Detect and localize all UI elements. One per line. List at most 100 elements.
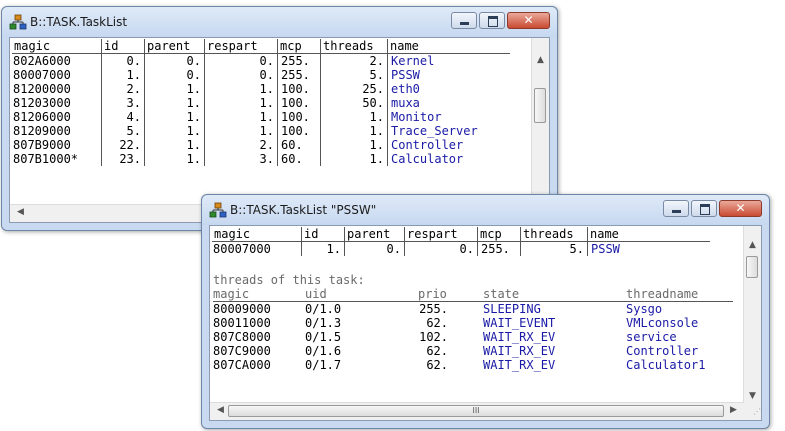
cell-threads: 2. (320, 53, 388, 68)
col-id-header[interactable]: id (101, 39, 145, 54)
table-row[interactable]: 80007000 1. 0. 0. 255. 5. PSSW (12, 68, 510, 82)
thread-state: WAIT_RX_EV (483, 358, 556, 372)
cell-magic: 80007000 (213, 242, 271, 256)
scroll-thumb[interactable]: III (228, 405, 724, 417)
thread-row[interactable]: 807C8000 0/1.5 102. WAIT_RX_EV service (213, 330, 733, 344)
thread-name: Controller (626, 344, 699, 358)
thread-uid: 0/1.7 (305, 358, 342, 372)
cell-name: PSSW (587, 241, 710, 256)
table-row[interactable]: 807B1000* 23. 1. 3. 60. 1. Calculator (12, 152, 510, 166)
minimize-button[interactable] (451, 12, 477, 29)
col-respart-header[interactable]: respart (404, 227, 478, 242)
cell-threads: 5. (520, 241, 588, 256)
thread-name: service (626, 330, 677, 344)
cell-name: PSSW (387, 68, 510, 82)
col-magic-header[interactable]: magic (12, 39, 102, 54)
thread-magic: 807CA000 (213, 358, 271, 372)
cell-parent: 1. (144, 110, 205, 124)
col-mcp-header[interactable]: mcp (277, 39, 321, 54)
thread-col-uid: uid (305, 287, 327, 301)
horizontal-scrollbar[interactable]: ◀ III ▶ (210, 402, 744, 420)
thread-uid: 0/1.3 (305, 316, 342, 330)
scroll-up-icon[interactable]: ▲ (532, 55, 549, 65)
thread-prio: 102. (419, 330, 448, 344)
thread-uid: 0/1.5 (305, 330, 342, 344)
cell-mcp: 100. (277, 82, 321, 96)
thread-prio: 62. (426, 344, 448, 358)
pssw-tasklist-window[interactable]: B::TASK.TaskList "PSSW" ✕ magic id paren… (201, 194, 770, 429)
thread-magic: 80011000 (213, 316, 271, 330)
col-name-header[interactable]: name (587, 227, 710, 242)
thread-row[interactable]: 807CA000 0/1.7 62. WAIT_RX_EV Calculator1 (213, 358, 733, 372)
close-button[interactable]: ✕ (719, 200, 762, 217)
cell-parent: 1. (144, 138, 205, 152)
col-respart-header[interactable]: respart (204, 39, 278, 54)
minimize-icon (460, 22, 469, 25)
table-row[interactable]: 81209000 5. 1. 1. 100. 1. Trace_Server (12, 124, 510, 138)
cell-name: muxa (387, 96, 510, 110)
thread-row[interactable]: 807C9000 0/1.6 62. WAIT_RX_EV Controller (213, 344, 733, 358)
scroll-thumb[interactable] (746, 256, 758, 278)
vertical-scrollbar[interactable]: ▲ ▼ (743, 226, 761, 403)
cell-magic: 80007000 (13, 68, 71, 82)
col-threads-header[interactable]: threads (520, 227, 588, 242)
thread-col-threadname: threadname (626, 287, 699, 301)
col-id-header[interactable]: id (301, 227, 345, 242)
scroll-thumb[interactable] (534, 88, 546, 123)
maximize-icon (700, 204, 710, 215)
cell-mcp: 255. (277, 68, 321, 82)
close-button[interactable]: ✕ (507, 12, 550, 29)
vertical-scrollbar[interactable]: ▲ (531, 38, 549, 205)
table-row[interactable]: 81203000 3. 1. 1. 100. 50. muxa (12, 96, 510, 110)
thread-row[interactable]: 80009000 0/1.0 255. SLEEPING Sysgo (213, 302, 733, 316)
window-title: B::TASK.TaskList "PSSW" (230, 203, 377, 217)
thread-state: WAIT_EVENT (483, 316, 556, 330)
task-table: magic id parent respart mcp threads name… (212, 227, 710, 256)
scroll-right-icon[interactable]: ▶ (725, 405, 742, 415)
cell-threads: 1. (320, 138, 388, 152)
scroll-down-icon[interactable]: ▼ (744, 391, 761, 401)
cell-respart: 2. (204, 138, 278, 152)
cell-parent: 1. (144, 124, 205, 138)
cell-id: 0. (101, 53, 145, 68)
table-row[interactable]: 81206000 4. 1. 1. 100. 1. Monitor (12, 110, 510, 124)
scroll-grip: III (472, 406, 480, 415)
cell-respart: 1. (204, 82, 278, 96)
maximize-button[interactable] (479, 12, 505, 29)
col-parent-header[interactable]: parent (344, 227, 405, 242)
table-row[interactable]: 807B9000 22. 1. 2. 60. 1. Controller (12, 138, 510, 152)
scroll-left-icon[interactable]: ◀ (12, 207, 29, 217)
cell-name: Calculator (387, 152, 510, 166)
cell-respart: 3. (204, 152, 278, 166)
col-mcp-header[interactable]: mcp (477, 227, 521, 242)
col-name-header[interactable]: name (387, 39, 510, 54)
minimize-button[interactable] (663, 200, 689, 217)
col-magic-header[interactable]: magic (212, 227, 302, 242)
scroll-left-icon[interactable]: ◀ (212, 405, 229, 415)
cell-magic: 81206000 (13, 110, 71, 124)
col-parent-header[interactable]: parent (144, 39, 205, 54)
maximize-button[interactable] (691, 200, 717, 217)
thread-state: WAIT_RX_EV (483, 344, 556, 358)
scroll-up-icon[interactable]: ▲ (744, 240, 761, 250)
cell-respart: 1. (204, 96, 278, 110)
thread-row[interactable]: 80011000 0/1.3 62. WAIT_EVENT VMLconsole (213, 316, 733, 330)
cell-mcp: 255. (477, 241, 521, 256)
threads-section-label: threads of this task: (213, 273, 365, 287)
thread-col-magic: magic (213, 287, 250, 301)
thread-magic: 807C9000 (213, 344, 271, 358)
cell-magic: 81200000 (13, 82, 71, 96)
title-bar[interactable]: B::TASK.TaskList "PSSW" ✕ (202, 195, 769, 225)
cell-magic: 81203000 (13, 96, 71, 110)
cell-id: 5. (101, 124, 145, 138)
cell-mcp: 60. (277, 152, 321, 166)
title-bar[interactable]: B::TASK.TaskList ✕ (2, 7, 557, 37)
cell-magic: 807B1000* (13, 152, 79, 166)
cell-parent: 0. (144, 68, 205, 82)
size-grip-icon[interactable]: ⋰ (744, 403, 761, 420)
col-threads-header[interactable]: threads (320, 39, 388, 54)
table-row[interactable]: 81200000 2. 1. 1. 100. 25. eth0 (12, 82, 510, 96)
table-row[interactable]: 80007000 1. 0. 0. 255. 5. PSSW (212, 241, 710, 256)
cell-id: 4. (101, 110, 145, 124)
table-row[interactable]: 802A6000 0. 0. 0. 255. 2. Kernel (12, 53, 510, 68)
